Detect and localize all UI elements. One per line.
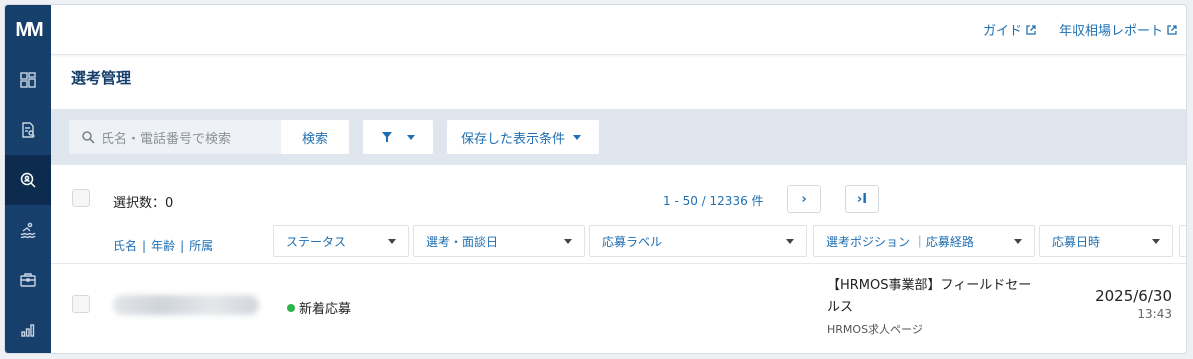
external-link-icon [1167,24,1177,35]
swimmer-icon [20,222,36,239]
filter-icon [382,132,392,142]
status-badge: 新着応募 [287,298,351,317]
candidate-search-icon [20,172,36,188]
status-dot-icon [287,303,295,312]
top-bar: ガイド 年収相場レポート [51,5,1186,55]
next-page-button[interactable]: › [787,185,821,213]
search-icon [82,131,95,144]
briefcase-icon [20,273,36,287]
chevron-down-icon [407,134,415,140]
document-search-icon [22,122,35,138]
applied-time: 13:43 [1137,307,1172,321]
sidebar-item-selection[interactable] [5,155,51,205]
salary-report-link[interactable]: 年収相場レポート [1059,20,1178,39]
sidebar-item-jobs[interactable] [5,255,51,305]
sidebar-item-analytics[interactable] [5,305,51,353]
sidebar-item-documents[interactable] [5,105,51,155]
candidate-name-redacted[interactable] [113,295,259,315]
chevron-down-icon [573,134,582,140]
sidebar-item-onboarding[interactable] [5,205,51,255]
column-interview-date[interactable]: 選考・面談日 [413,225,585,257]
row-checkbox[interactable] [72,295,90,313]
sidebar-item-dashboard[interactable] [5,55,51,105]
search-bar: 氏名・電話番号で検索 検索 保存した表示条件 [51,109,1186,165]
saved-conditions-button[interactable]: 保存した表示条件 [447,120,600,154]
page-title: 選考管理 [71,69,132,87]
saved-conditions-label: 保存した表示条件 [461,131,566,147]
sort-age[interactable]: 年齢 [151,239,175,253]
chevron-down-icon [388,238,396,244]
select-all-checkbox[interactable] [72,189,90,207]
app-frame: MM ガイド 年収相場レポート 選考管理 氏名・電話番号で検索 検索 保存した表… [4,4,1187,354]
search-placeholder: 氏名・電話番号で検索 [101,131,232,147]
search-button[interactable]: 検索 [281,120,349,154]
column-status[interactable]: ステータス [273,225,409,257]
pagination-info: 1 - 50 / 12336 件 [663,194,764,208]
application-route: HRMOS求人ページ [827,323,923,336]
app-logo[interactable]: MM [5,5,51,55]
logo-text-2: M [27,18,44,41]
column-application-label[interactable]: 応募ラベル [589,225,807,257]
dashboard-icon [20,72,36,88]
chevron-down-icon [1014,238,1022,244]
column-interview-date-label: 選考・面談日 [426,234,499,249]
guide-link-label: ガイド [982,24,1022,39]
applied-date: 2025/6/30 [1095,287,1172,305]
chevron-down-icon [1152,238,1160,244]
column-position-route-label: 選考ポジション ｜応募経路 [826,234,974,249]
chevron-down-icon [564,238,572,244]
position-title: 【HRMOS事業部】フィールドセールス [827,278,1032,315]
sidebar: MM [5,5,51,353]
column-status-label: ステータス [286,234,347,249]
bar-chart-icon [21,324,35,337]
position-cell[interactable]: 【HRMOS事業部】フィールドセールス HRMOS求人ページ [827,275,1037,337]
applied-at-cell: 2025/6/30 13:43 [1095,287,1172,321]
column-position-route[interactable]: 選考ポジション ｜応募経路 [813,225,1035,257]
guide-link[interactable]: ガイド [983,20,1037,39]
status-label: 新着応募 [299,302,352,317]
selection-count: 選択数：0 [113,196,174,211]
last-page-button[interactable]: ›I [845,185,879,213]
sort-affiliation[interactable]: 所属 [189,239,213,253]
column-applied-at-label: 応募日時 [1052,234,1101,249]
external-link-icon [1026,24,1036,35]
sort-name[interactable]: 氏名 [113,239,137,253]
column-application-label-label: 応募ラベル [602,234,663,249]
search-input[interactable]: 氏名・電話番号で検索 [69,120,281,154]
chevron-down-icon [786,238,794,244]
name-column-sort: 氏名 | 年齢 | 所属 [113,239,214,253]
salary-report-link-label: 年収相場レポート [1058,24,1163,39]
column-applied-at[interactable]: 応募日時 [1039,225,1173,257]
row-divider [51,263,1186,264]
column-overflow[interactable] [1179,225,1186,257]
filter-button[interactable] [363,120,433,154]
